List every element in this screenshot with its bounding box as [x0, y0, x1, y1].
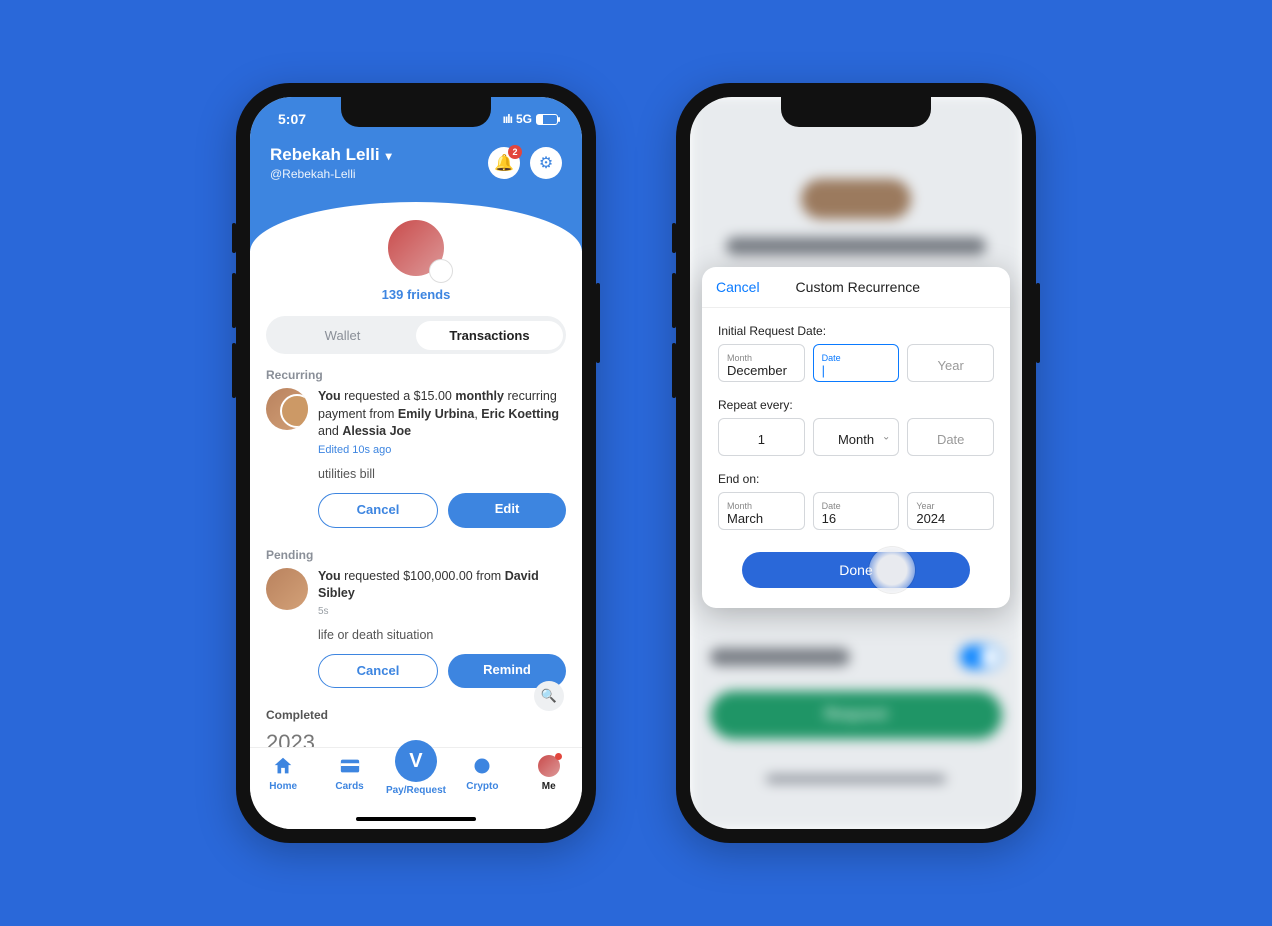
- edit-recurring-button[interactable]: Edit: [448, 493, 566, 527]
- section-pending: Pending: [266, 548, 566, 562]
- recurring-toggle[interactable]: [960, 645, 1002, 669]
- end-month-field[interactable]: Month March: [718, 492, 805, 530]
- repeat-count-field[interactable]: 1: [718, 418, 805, 456]
- tab-crypto[interactable]: Crypto: [454, 754, 510, 792]
- txn-note: utilities bill: [318, 466, 566, 484]
- initial-month-field[interactable]: Month December: [718, 344, 805, 382]
- phone-recurrence-modal: Request Cancel Custom Recurrence Initial…: [676, 83, 1036, 843]
- profile-name: Rebekah Lelli: [270, 145, 380, 165]
- crypto-icon: [470, 754, 494, 778]
- qr-icon: ▦: [436, 265, 446, 278]
- tab-me[interactable]: Me: [521, 754, 577, 792]
- profile-header: Rebekah Lelli @Rebekah-Lelli 🔔 2 ⚙ ▦: [250, 141, 582, 251]
- home-icon: [271, 754, 295, 778]
- search-button[interactable]: 🔍: [534, 681, 564, 711]
- notifications-button[interactable]: 🔔 2: [488, 147, 520, 179]
- recurring-transaction: You requested a $15.00 monthly recurring…: [250, 388, 582, 534]
- profile-avatar[interactable]: ▦: [385, 217, 447, 279]
- home-indicator: [356, 817, 476, 821]
- segmented-control: Wallet Transactions: [266, 316, 566, 354]
- tab-wallet[interactable]: Wallet: [269, 321, 416, 350]
- me-avatar-icon: [538, 755, 560, 777]
- venmo-v-icon: V: [395, 740, 437, 782]
- phone-profile: 5:07 5G Rebekah Lelli @Rebekah-Lelli 🔔 2…: [236, 83, 596, 843]
- initial-year-field[interactable]: Year: [907, 344, 994, 382]
- tab-pay-request[interactable]: V Pay/Request: [388, 754, 444, 796]
- edited-timestamp: Edited 10s ago: [318, 443, 566, 458]
- end-date-field[interactable]: Date 16: [813, 492, 900, 530]
- status-time: 5:07: [278, 111, 306, 127]
- friends-count-link[interactable]: 139 friends: [250, 287, 582, 302]
- label-repeat-every: Repeat every:: [718, 398, 994, 412]
- txn-text: You requested $100,000.00 from David Sib…: [318, 569, 539, 601]
- section-recurring: Recurring: [266, 368, 566, 382]
- request-button[interactable]: Request: [710, 691, 1002, 739]
- pending-transaction: You requested $100,000.00 from David Sib…: [250, 568, 582, 695]
- txn-time: 5s: [318, 605, 566, 619]
- initial-date-field[interactable]: Date |: [813, 344, 900, 382]
- device-notch: [781, 97, 931, 127]
- recipient-avatar[interactable]: [266, 568, 308, 610]
- battery-icon: [536, 114, 558, 125]
- device-notch: [341, 97, 491, 127]
- search-icon: 🔍: [541, 688, 557, 704]
- txn-text: You requested a $15.00 monthly recurring…: [318, 389, 559, 438]
- tab-transactions[interactable]: Transactions: [416, 321, 563, 350]
- cancel-pending-button[interactable]: Cancel: [318, 654, 438, 688]
- recipients-avatars[interactable]: [266, 388, 308, 430]
- label-end-on: End on:: [718, 472, 994, 486]
- repeat-date-field[interactable]: Date: [907, 418, 994, 456]
- signal-bars-icon: [503, 112, 512, 126]
- section-completed: Completed: [266, 708, 566, 722]
- custom-recurrence-modal: Cancel Custom Recurrence Initial Request…: [702, 267, 1010, 608]
- end-year-field[interactable]: Year 2024: [907, 492, 994, 530]
- modal-title: Custom Recurrence: [720, 279, 996, 295]
- touch-indicator-icon: [869, 547, 915, 593]
- chevron-down-icon: ⌄: [882, 432, 890, 443]
- tab-home[interactable]: Home: [255, 754, 311, 792]
- card-icon: [338, 754, 362, 778]
- recurring-payment-label: [710, 648, 850, 666]
- txn-note: life or death situation: [318, 627, 566, 645]
- qr-code-button[interactable]: ▦: [429, 259, 453, 283]
- repeat-unit-select[interactable]: Month ⌄: [813, 418, 900, 456]
- done-button[interactable]: Done: [742, 552, 970, 588]
- tab-cards[interactable]: Cards: [322, 754, 378, 792]
- cancel-recurring-button[interactable]: Cancel: [318, 493, 438, 527]
- carrier-label: 5G: [516, 112, 532, 126]
- label-initial-date: Initial Request Date:: [718, 324, 994, 338]
- caret-down-icon: [386, 145, 392, 165]
- settings-button[interactable]: ⚙: [530, 147, 562, 179]
- gear-icon: ⚙: [539, 153, 553, 173]
- notif-badge: 2: [508, 145, 522, 159]
